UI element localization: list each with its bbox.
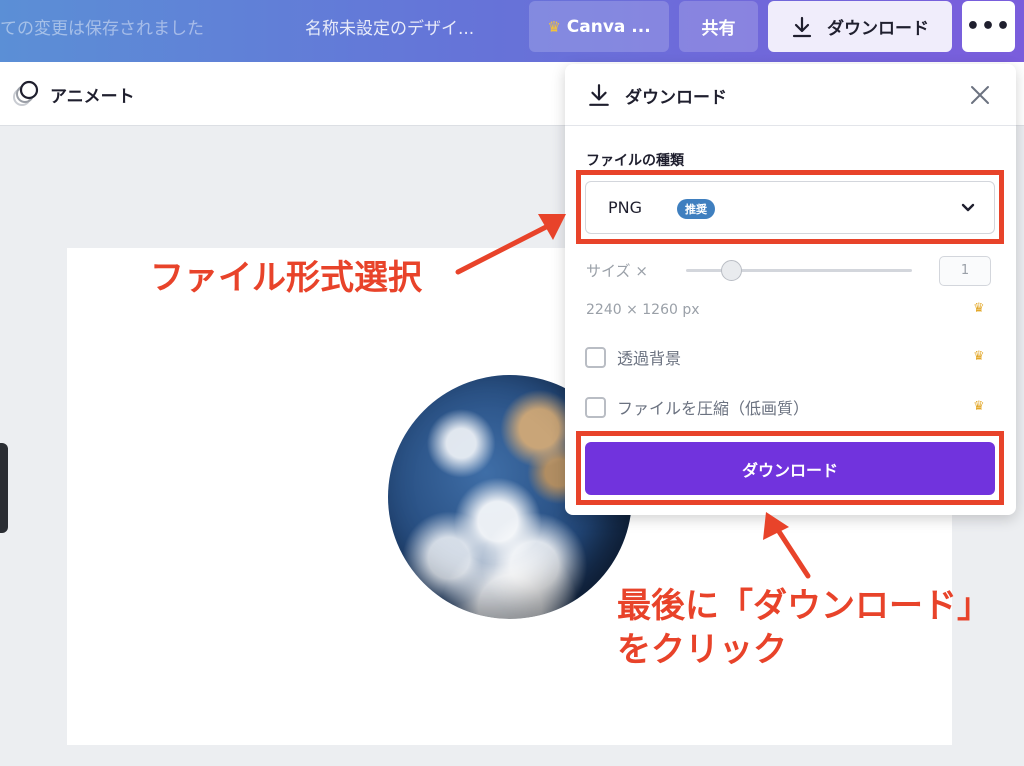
download-highlight-box [576,431,1004,505]
size-slider-handle[interactable] [721,260,742,281]
transparent-background-option[interactable]: 透過背景 [585,345,681,369]
close-icon[interactable] [967,82,993,108]
transparent-background-checkbox[interactable] [585,346,606,368]
design-title[interactable]: 名称未設定のデザイ... [305,14,474,39]
download-icon [589,84,609,106]
dimensions-text: 2240 × 1260 px [586,302,700,318]
annotation-file-format: ファイル形式選択 [150,258,422,298]
file-type-label: ファイルの種類 [586,153,684,169]
page: ての変更は保存されました 名称未設定のデザイ... ♛ Canva ... 共有… [0,0,1024,766]
size-slider-track[interactable] [686,269,912,272]
annotation-click-download: 最後に「ダウンロード」 をクリック [617,584,991,672]
transparent-background-label: 透過背景 [617,349,682,368]
download-panel-header: ダウンロード [565,64,1016,126]
compress-file-checkbox[interactable] [585,396,606,418]
file-type-highlight-box [576,170,1004,244]
save-status: ての変更は保存されました [0,19,204,39]
side-panel-handle[interactable] [0,443,8,533]
canva-pro-button[interactable]: ♛ Canva ... [529,1,669,52]
crown-icon: ♛ [973,399,985,414]
top-bar: ての変更は保存されました 名称未設定のデザイ... ♛ Canva ... 共有… [0,0,1024,62]
crown-icon: ♛ [547,17,561,36]
annotation-line-1: 最後に「ダウンロード」 [617,586,991,626]
share-button[interactable]: 共有 [679,1,758,52]
animate-icon [13,80,39,106]
download-top-label: ダウンロード [827,19,929,39]
more-options-button[interactable]: ••• [962,1,1015,52]
download-panel-title: ダウンロード [625,88,727,108]
compress-file-label: ファイルを圧縮（低画質） [617,399,810,418]
download-icon [792,16,812,37]
canva-pro-label: Canva ... [566,16,651,37]
compress-file-option[interactable]: ファイルを圧縮（低画質） [585,395,809,419]
animate-label: アニメート [50,86,135,107]
size-input[interactable]: 1 [939,256,991,286]
annotation-line-2: をクリック [617,630,787,670]
size-label: サイズ × [586,262,648,280]
crown-icon: ♛ [973,301,985,316]
crown-icon: ♛ [973,349,985,364]
download-button-top[interactable]: ダウンロード [768,1,952,52]
animate-button[interactable]: アニメート [12,80,135,108]
